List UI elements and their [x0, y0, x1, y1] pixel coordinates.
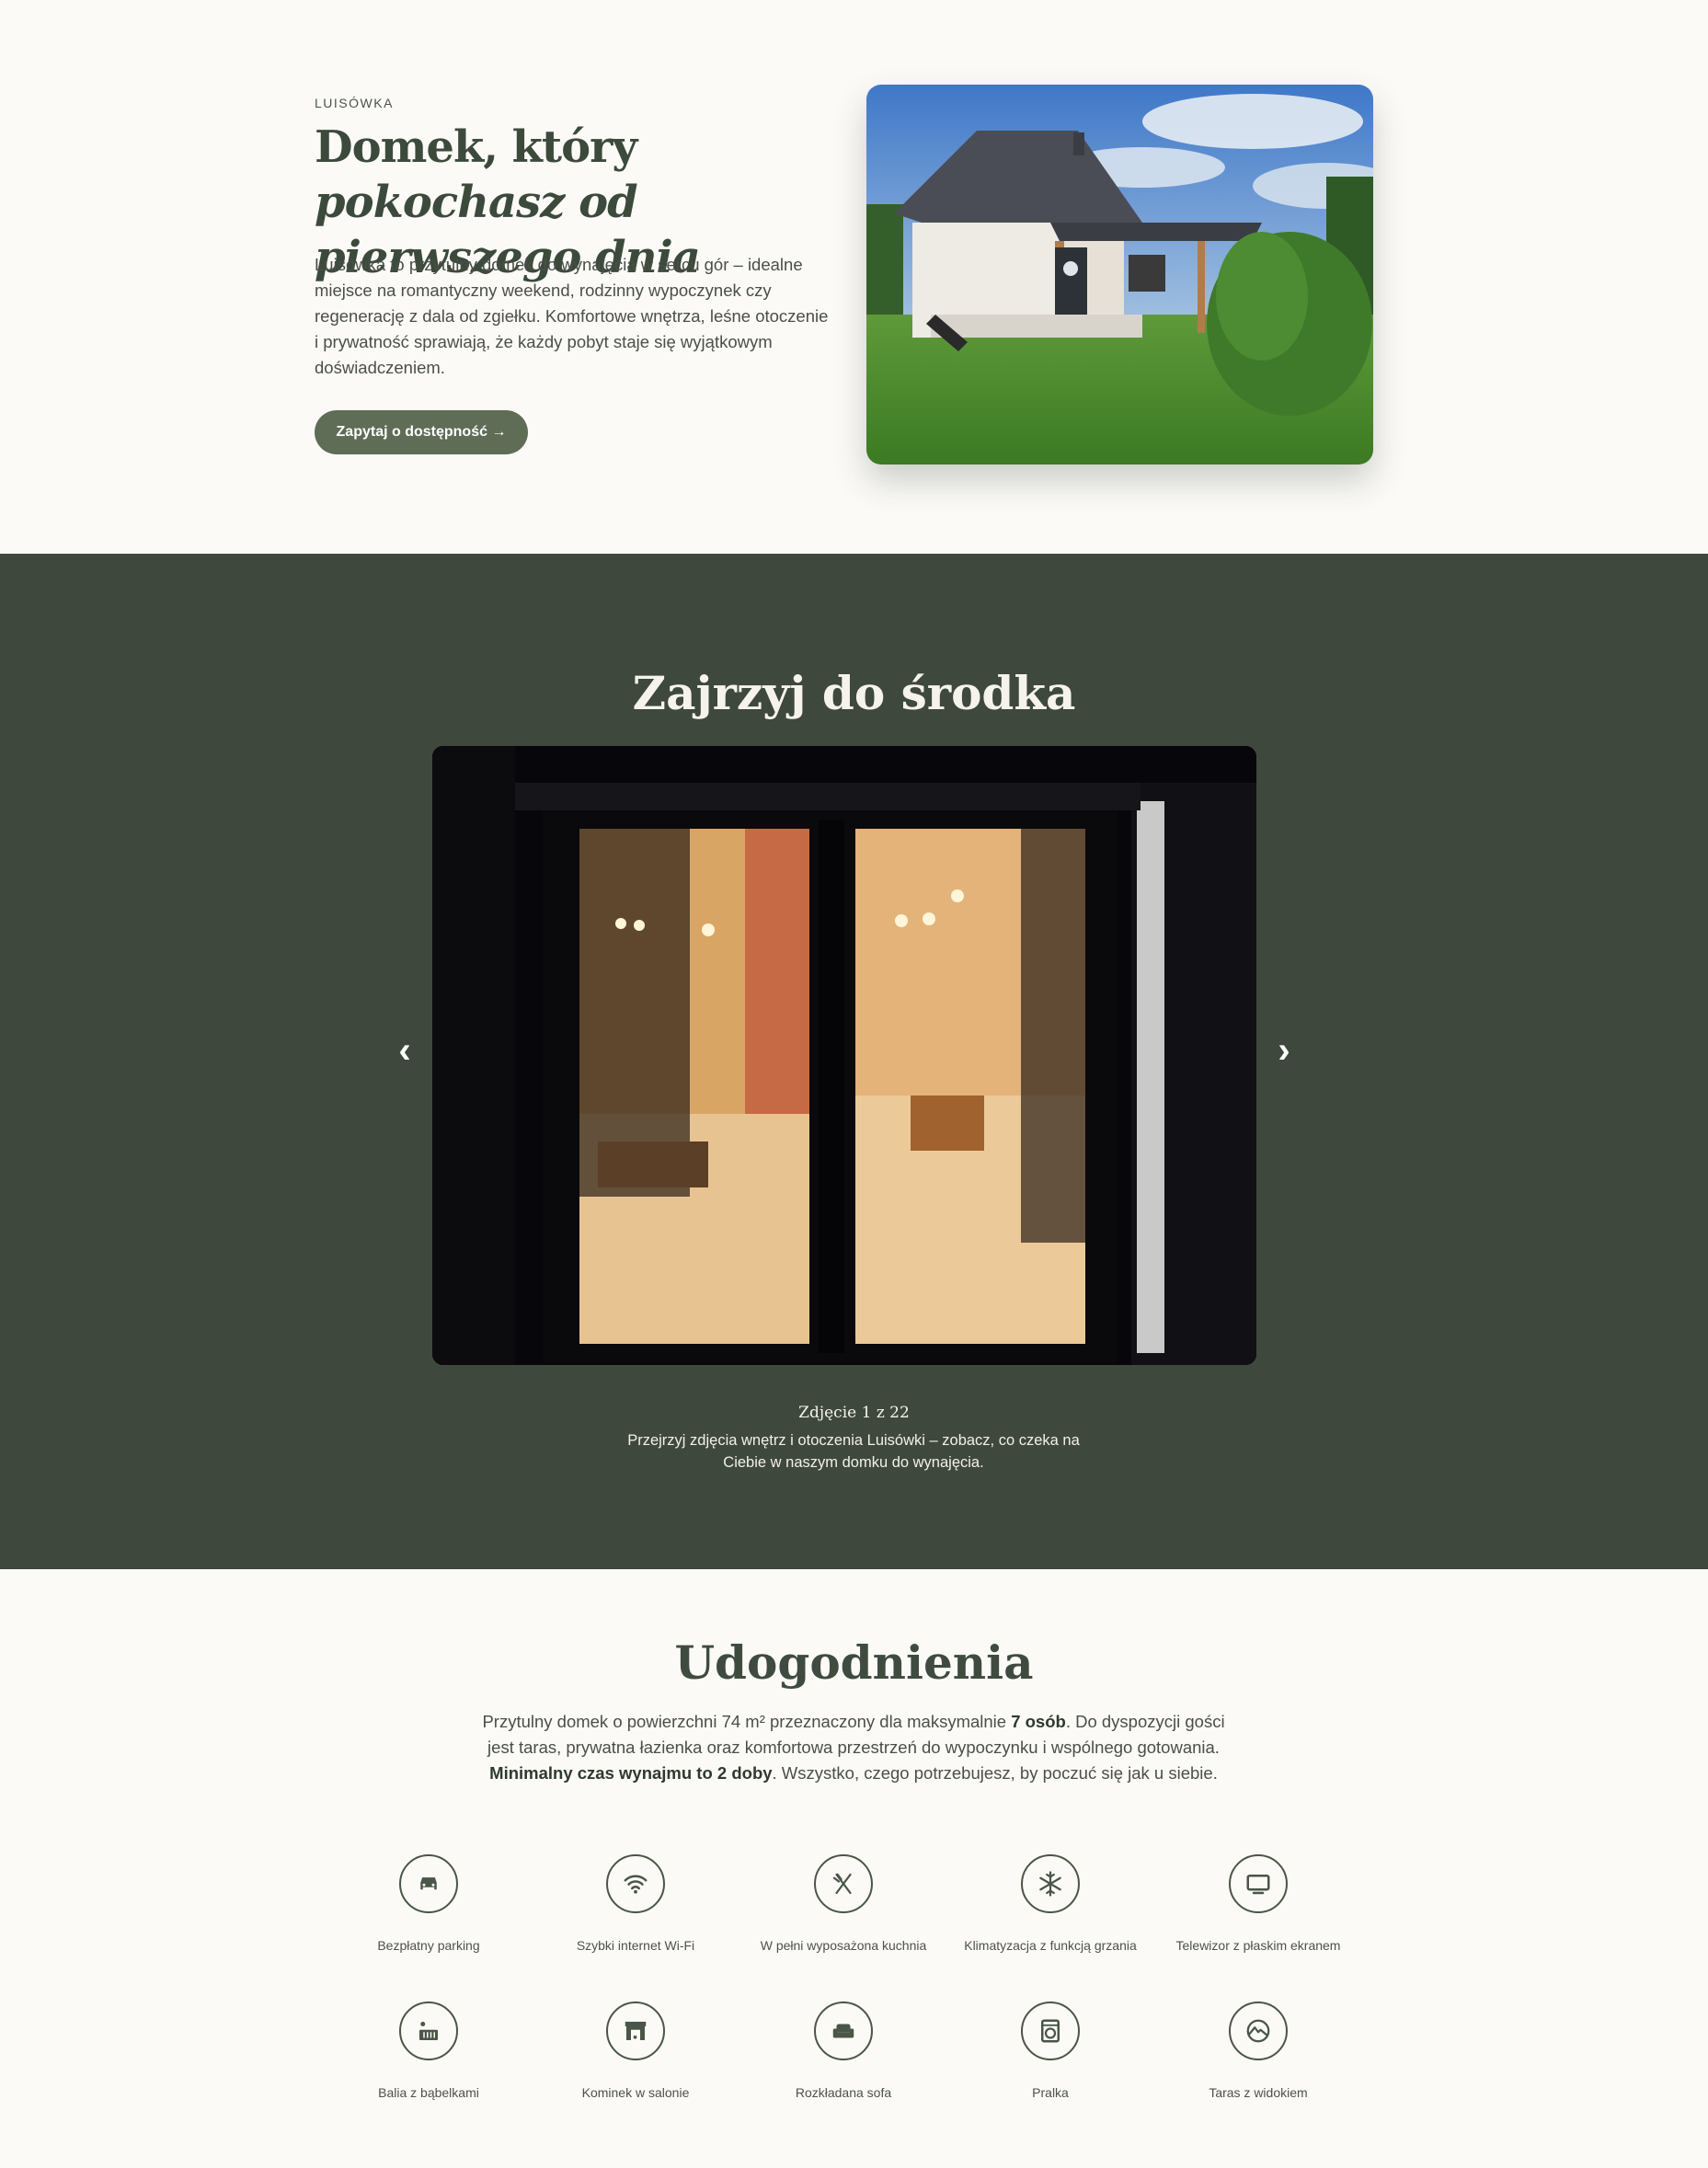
cottage-exterior-photo [866, 85, 1373, 465]
amenity-item: Szybki internet Wi-Fi [544, 1854, 728, 1955]
amenity-item: Kominek w salonie [544, 2002, 728, 2102]
amenity-item: Bezpłatny parking [337, 1854, 521, 1955]
sofa-icon [814, 2002, 873, 2060]
wifi-icon [606, 1854, 665, 1913]
amenity-label: Rozkładana sofa [795, 2085, 892, 2100]
amenity-label: Taras z widokiem [1209, 2085, 1308, 2100]
amenities-max-guests: 7 osób [1011, 1712, 1066, 1731]
amenities-desc-part: . Wszystko, czego potrzebujesz, by poczu… [772, 1763, 1218, 1783]
amenity-item: Rozkładana sofa [751, 2002, 935, 2102]
fireplace-icon [606, 2002, 665, 2060]
chevron-left-icon[interactable]: ‹ [386, 1032, 423, 1069]
check-availability-button[interactable]: Zapytaj o dostępność → [315, 410, 528, 454]
amenity-label: Kominek w salonie [581, 2085, 690, 2100]
hero-section: LUISÓWKA Domek, który pokochasz od pierw… [0, 0, 1708, 554]
mountain-view-icon [1229, 2002, 1288, 2060]
amenity-item: Telewizor z płaskim ekranem [1166, 1854, 1350, 1955]
amenity-item: Pralka [958, 2002, 1142, 2102]
amenities-min-stay: Minimalny czas wynajmu to 2 doby [489, 1763, 773, 1783]
amenity-item: Klimatyzacja z funkcją grzania [958, 1854, 1142, 1955]
snowflake-icon [1021, 1854, 1080, 1913]
slide-counter: Zdjęcie 1 z 22 [798, 1404, 910, 1422]
gallery-section: Zajrzyj do środka ‹ › Zdjęcie 1 z 22 Prz… [0, 554, 1708, 1569]
amenity-label: W pełni wyposażona kuchnia [760, 1938, 927, 1953]
amenities-title: Udogodnienia [674, 1635, 1034, 1690]
amenity-label: Bezpłatny parking [377, 1938, 480, 1953]
hot-tub-icon [399, 2002, 458, 2060]
utensils-icon [814, 1854, 873, 1913]
amenity-label: Szybki internet Wi-Fi [576, 1938, 695, 1953]
amenity-label: Telewizor z płaskim ekranem [1175, 1938, 1341, 1953]
chevron-right-icon[interactable]: › [1266, 1032, 1302, 1069]
amenity-label: Pralka [1032, 2085, 1069, 2100]
amenity-item: W pełni wyposażona kuchnia [751, 1854, 935, 1955]
hero-title-plain: Domek, który [315, 121, 637, 173]
hero-eyebrow: LUISÓWKA [315, 96, 394, 110]
amenities-description: Przytulny domek o powierzchni 74 m² prze… [478, 1709, 1229, 1786]
gallery-slide-image[interactable] [432, 746, 1256, 1365]
amenities-desc-part: Przytulny domek o powierzchni 74 m² prze… [482, 1712, 1012, 1731]
tv-icon [1229, 1854, 1288, 1913]
amenity-item: Balia z bąbelkami [337, 2002, 521, 2102]
gallery-description: Przejrzyj zdjęcia wnętrz i otoczenia Lui… [627, 1432, 1080, 1471]
washing-machine-icon [1021, 2002, 1080, 2060]
gallery-title: Zajrzyj do środka [632, 666, 1076, 720]
amenity-item: Taras z widokiem [1166, 2002, 1350, 2102]
amenity-label: Balia z bąbelkami [378, 2085, 479, 2100]
car-icon [399, 1854, 458, 1913]
hero-description: Luisówka to przytulny domek do wynajęcia… [315, 255, 829, 377]
amenity-label: Klimatyzacja z funkcją grzania [964, 1938, 1137, 1953]
